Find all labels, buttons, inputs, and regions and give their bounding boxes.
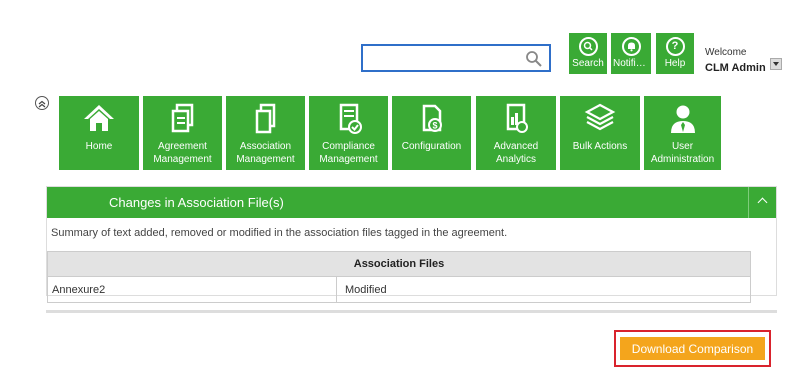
download-comparison-button[interactable]: Download Comparison	[620, 337, 765, 360]
global-search-box[interactable]	[361, 44, 551, 72]
layers-icon	[584, 103, 616, 131]
bell-icon	[621, 37, 641, 56]
file-status-cell: Modified	[345, 284, 387, 296]
svg-text:$: $	[432, 121, 437, 131]
configuration-icon: $	[422, 104, 442, 132]
tile-association-management-label: Association Management	[236, 141, 295, 165]
table-header: Association Files	[47, 251, 751, 277]
association-files-table: Association Files Annexure2 Modified	[47, 251, 751, 303]
username-label: CLM Admin	[705, 62, 766, 74]
tile-home[interactable]: Home	[59, 96, 139, 170]
chevron-up-icon[interactable]	[748, 187, 776, 218]
quick-help-label: Help	[664, 58, 686, 69]
tile-user-administration-label: User Administration	[650, 141, 715, 165]
tile-agreement-management-label: Agreement Management	[153, 141, 212, 165]
welcome-label: Welcome	[705, 47, 747, 58]
tile-bulk-actions[interactable]: Bulk Actions	[560, 96, 640, 170]
double-chevron-up-icon	[38, 100, 46, 108]
tile-advanced-analytics[interactable]: Advanced Analytics	[476, 96, 556, 170]
quick-search-label: Search	[572, 58, 604, 69]
tile-user-administration[interactable]: User Administration	[644, 96, 721, 170]
download-highlight-frame: Download Comparison	[614, 330, 771, 367]
tile-compliance-management-label: Compliance Management	[319, 141, 378, 165]
panel-summary: Summary of text added, removed or modifi…	[51, 227, 508, 239]
tile-association-management[interactable]: Association Management	[226, 96, 305, 170]
user-menu-dropdown[interactable]	[770, 58, 782, 70]
tile-compliance-management[interactable]: Compliance Management	[309, 96, 388, 170]
tile-configuration-label: Configuration	[401, 141, 462, 152]
tile-bulk-actions-label: Bulk Actions	[572, 141, 628, 152]
panel-header[interactable]: Changes in Association File(s)	[47, 187, 776, 218]
tile-home-label: Home	[85, 141, 113, 152]
panel-title: Changes in Association File(s)	[109, 195, 284, 210]
tile-advanced-analytics-label: Advanced Analytics	[493, 141, 539, 165]
tile-agreement-management[interactable]: Agreement Management	[143, 96, 222, 170]
section-divider	[46, 310, 777, 313]
analytics-icon	[506, 103, 528, 133]
collapse-toolbar-button[interactable]	[35, 96, 49, 110]
search-icon	[578, 37, 598, 56]
file-name-cell: Annexure2	[48, 277, 337, 302]
search-input[interactable]	[367, 47, 521, 71]
magnifier-icon[interactable]	[525, 50, 543, 68]
tile-configuration[interactable]: $ Configuration	[392, 96, 471, 170]
user-admin-icon	[670, 105, 695, 133]
quick-notifications-button[interactable]: Notific...	[611, 33, 651, 74]
home-icon	[84, 105, 114, 131]
table-row: Annexure2 Modified	[47, 277, 751, 303]
compliance-icon	[339, 103, 362, 134]
association-changes-panel: Changes in Association File(s) Summary o…	[46, 186, 777, 303]
quick-search-button[interactable]: Search	[569, 33, 607, 74]
quick-help-button[interactable]: ? Help	[656, 33, 694, 74]
copy-icon	[255, 103, 275, 134]
documents-icon	[171, 103, 193, 133]
help-icon: ?	[665, 37, 685, 56]
quick-notifications-label: Notific...	[613, 58, 650, 69]
